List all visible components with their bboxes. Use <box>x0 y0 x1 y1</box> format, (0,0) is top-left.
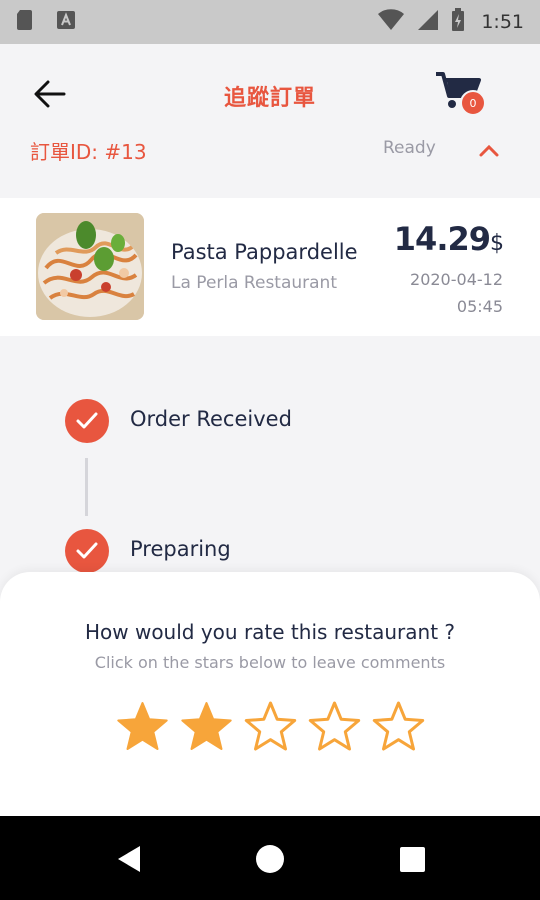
signal-icon <box>417 9 439 35</box>
nav-back-icon[interactable] <box>115 844 143 874</box>
restaurant-name: La Perla Restaurant <box>171 273 337 293</box>
price-currency: $ <box>490 231 504 256</box>
rating-subtitle: Click on the stars below to leave commen… <box>94 653 446 672</box>
food-image <box>36 213 144 320</box>
step-check-icon <box>65 399 109 443</box>
order-status: Ready <box>383 140 436 158</box>
rating-title: How would you rate this restaurant ? <box>84 620 456 644</box>
chevron-up-icon[interactable] <box>478 142 500 158</box>
status-bar: 1:51 <box>0 0 540 44</box>
rating-sheet: How would you rate this restaurant ? Cli… <box>0 572 540 816</box>
nav-recents-icon[interactable] <box>399 846 426 873</box>
star-filled-icon[interactable] <box>116 700 169 753</box>
price-value: 14.29 <box>393 220 491 258</box>
timeline-step-label: Preparing <box>130 537 231 561</box>
order-id: 訂單ID: #13 <box>30 140 147 164</box>
status-time: 1:51 <box>481 11 524 33</box>
star-outline-icon[interactable] <box>372 700 425 753</box>
star-rating[interactable] <box>116 700 425 753</box>
timeline-connector <box>85 458 88 516</box>
timeline-step-label: Order Received <box>130 407 292 431</box>
order-time: 05:45 <box>456 297 503 316</box>
text-a-icon <box>56 10 76 34</box>
step-check-icon <box>65 529 109 573</box>
star-outline-icon[interactable] <box>308 700 361 753</box>
order-item-card[interactable]: Pasta Pappardelle La Perla Restaurant 14… <box>0 198 540 336</box>
cart-count-badge: 0 <box>460 90 486 116</box>
navigation-bar <box>0 816 540 900</box>
order-date: 2020-04-12 <box>410 270 503 289</box>
wifi-icon <box>377 9 405 35</box>
item-name: Pasta Pappardelle <box>171 240 358 264</box>
battery-charging-icon <box>451 8 465 36</box>
cart-button[interactable]: 0 <box>434 70 492 120</box>
item-price: 14.29$ <box>393 220 504 258</box>
screen: 1:51 追蹤訂單 0 訂單ID: #13 Ready Pasta Pappar… <box>0 0 540 900</box>
sd-card-icon <box>16 9 34 35</box>
app-bar: 追蹤訂單 0 <box>0 44 540 140</box>
order-header[interactable]: 訂單ID: #13 Ready <box>0 140 540 196</box>
star-filled-icon[interactable] <box>180 700 233 753</box>
star-outline-icon[interactable] <box>244 700 297 753</box>
nav-home-icon[interactable] <box>255 844 285 874</box>
